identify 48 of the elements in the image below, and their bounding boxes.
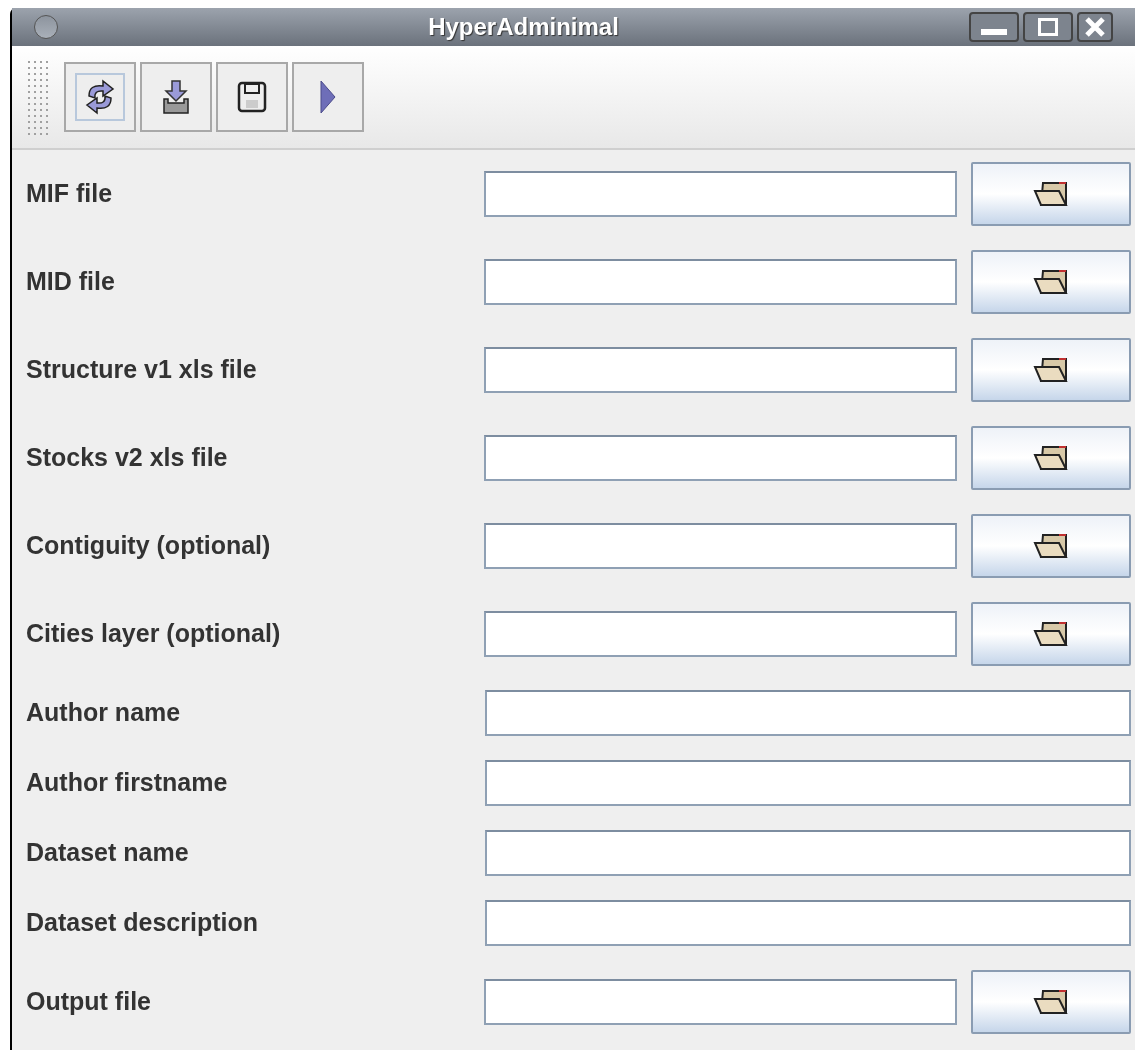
input-field[interactable] <box>484 979 958 1025</box>
input-field[interactable] <box>485 900 1131 946</box>
field-label: Output file <box>26 986 152 1018</box>
play-icon <box>319 79 337 115</box>
maximize-button[interactable] <box>1023 12 1073 42</box>
folder-icon <box>1033 989 1070 1015</box>
input-field[interactable] <box>484 611 958 657</box>
field-label: Structure v1 xls file <box>26 354 258 386</box>
field-label: Stocks v2 xls file <box>26 442 229 474</box>
input-field[interactable] <box>484 347 958 393</box>
download-icon <box>162 79 190 115</box>
input-field[interactable] <box>485 690 1131 736</box>
toolbar-button[interactable] <box>216 62 288 132</box>
input-field[interactable] <box>484 523 958 569</box>
refresh-icon <box>83 78 117 116</box>
toolbar-button[interactable] <box>140 62 212 132</box>
close-button[interactable] <box>1077 12 1113 42</box>
browse-button[interactable] <box>971 602 1131 666</box>
folder-icon <box>1033 621 1070 647</box>
browse-button[interactable] <box>971 514 1131 578</box>
folder-icon <box>1033 269 1070 295</box>
browse-button[interactable] <box>971 250 1131 314</box>
field-label: MID file <box>26 266 116 298</box>
browse-button[interactable] <box>971 338 1131 402</box>
input-field[interactable] <box>485 760 1131 806</box>
close-icon <box>1084 16 1106 38</box>
field-label: Contiguity (optional) <box>26 530 272 562</box>
window-title: HyperAdminimal <box>428 12 619 42</box>
field-label: Author name <box>26 697 182 729</box>
field-label: Cities layer (optional) <box>26 618 282 650</box>
input-field[interactable] <box>484 171 958 217</box>
field-label: Dataset name <box>26 837 190 869</box>
input-field[interactable] <box>484 435 958 481</box>
input-field[interactable] <box>484 259 958 305</box>
folder-icon <box>1033 181 1070 207</box>
folder-icon <box>1033 533 1070 559</box>
input-field[interactable] <box>485 830 1131 876</box>
toolbar-button[interactable] <box>64 62 136 132</box>
minimize-button[interactable] <box>969 12 1019 42</box>
field-label: Dataset description <box>26 907 259 939</box>
folder-icon <box>1033 357 1070 383</box>
browse-button[interactable] <box>971 426 1131 490</box>
folder-icon <box>1033 445 1070 471</box>
field-label: Author firstname <box>26 767 229 799</box>
browse-button[interactable] <box>971 162 1131 226</box>
field-label: MIF file <box>26 178 114 210</box>
browse-button[interactable] <box>971 970 1131 1034</box>
window-menu-icon[interactable] <box>34 15 58 39</box>
